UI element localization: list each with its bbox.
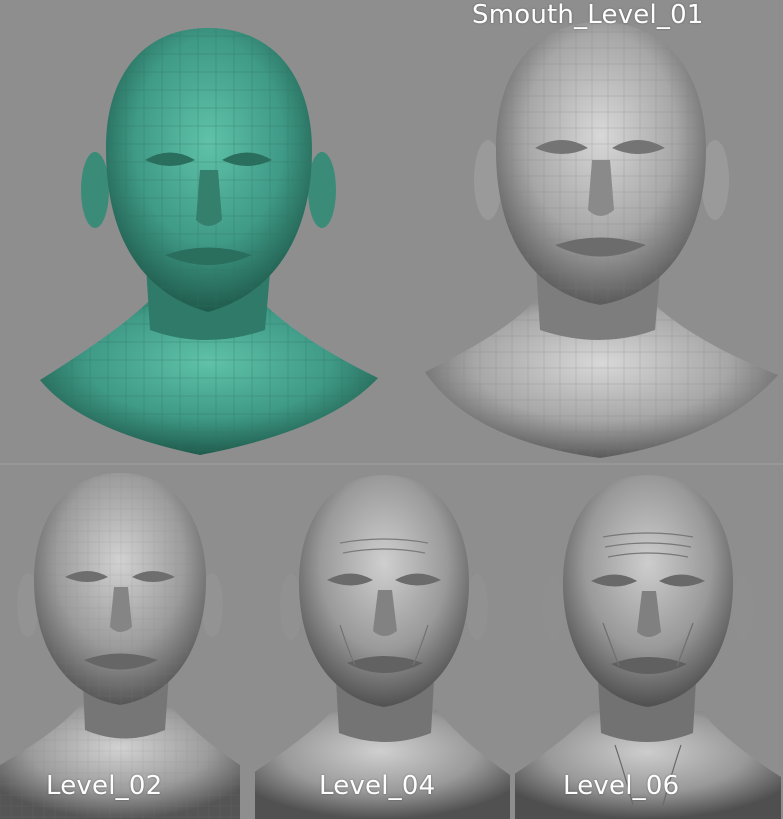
panel-level-06: Level_06: [515, 465, 783, 819]
head-render-level-06: [515, 475, 781, 819]
label-level-04: Level_04: [319, 771, 436, 801]
label-smooth-level-01: Smouth_Level_01: [472, 0, 704, 30]
label-level-06: Level_06: [563, 771, 680, 801]
panel-level-02: Level_02: [0, 465, 255, 819]
head-render-base: [40, 28, 378, 455]
panel-smooth-level-01: Smouth_Level_01: [400, 0, 783, 463]
head-render-level-04: [255, 475, 510, 819]
comparison-image: Smouth_Level_01 Level_02 Level_04 Level_…: [0, 0, 783, 819]
panel-level-04: Level_04: [255, 465, 515, 819]
panel-base-mesh: [0, 0, 400, 463]
head-render-smooth-01: [425, 22, 778, 458]
head-render-level-02: [0, 473, 240, 819]
label-level-02: Level_02: [46, 771, 163, 801]
